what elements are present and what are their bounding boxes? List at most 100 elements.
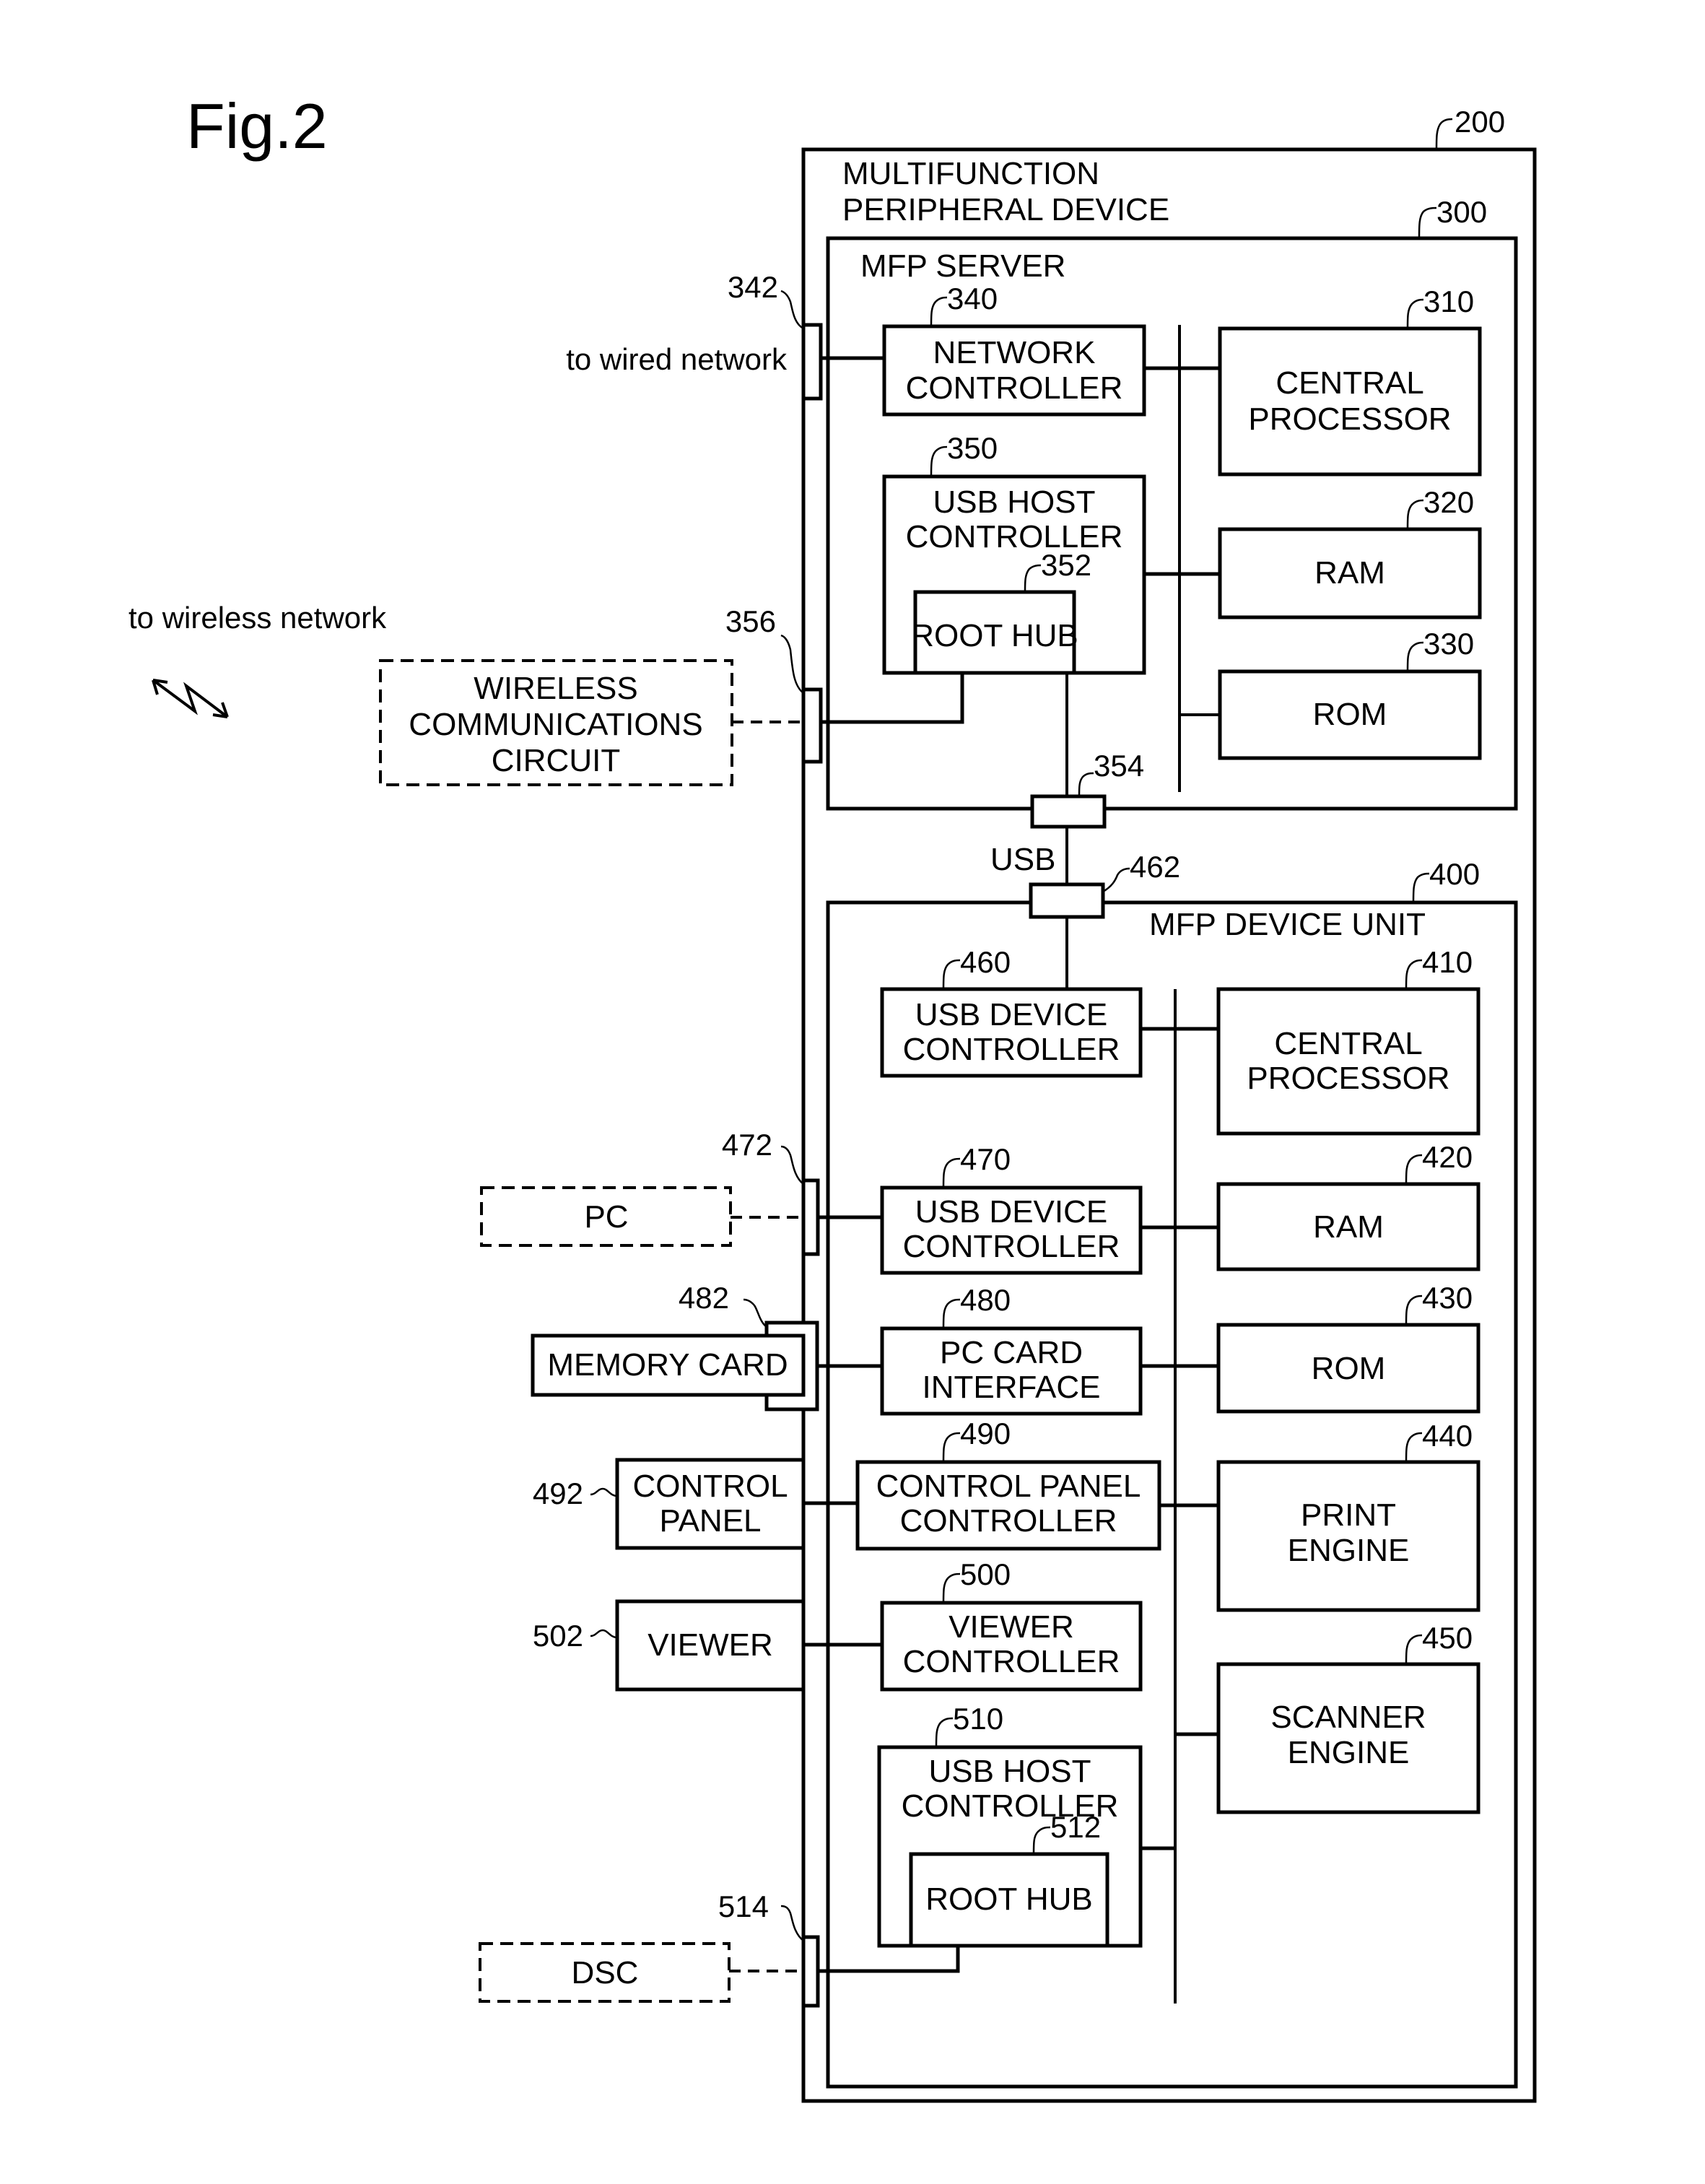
network-controller-line1: NETWORK — [933, 335, 1096, 370]
leader-450 — [1405, 1634, 1423, 1665]
device-usb-host-line1: USB HOST — [929, 1754, 1091, 1789]
ref-450: 450 — [1422, 1621, 1473, 1655]
ref-400: 400 — [1429, 857, 1480, 891]
ref-354: 354 — [1094, 749, 1144, 783]
server-usb-port — [1030, 794, 1107, 829]
device-title-line1: MULTIFUNCTION — [842, 156, 1099, 191]
ref-460: 460 — [960, 945, 1011, 979]
ref-310: 310 — [1423, 284, 1474, 318]
leader-310 — [1406, 298, 1424, 329]
leader-354 — [1078, 772, 1094, 797]
leader-492 — [590, 1487, 618, 1497]
control-panel-controller-line2: CONTROLLER — [900, 1503, 1117, 1539]
viewer-label: VIEWER — [647, 1627, 773, 1663]
device-unit-title: MFP DEVICE UNIT — [1149, 907, 1426, 942]
server-cpu-line1: CENTRAL — [1276, 365, 1423, 401]
ref-500: 500 — [960, 1557, 1011, 1591]
server-title: MFP SERVER — [860, 248, 1065, 284]
wire-port-roothub — [821, 673, 964, 724]
wireless-signal-icon — [152, 679, 229, 718]
leader-482 — [743, 1298, 767, 1328]
ref-410: 410 — [1422, 945, 1473, 979]
leader-500 — [942, 1572, 961, 1604]
network-controller-line2: CONTROLLER — [906, 370, 1123, 406]
pc-label: PC — [584, 1199, 628, 1235]
leader-462 — [1102, 867, 1130, 893]
print-engine-line1: PRINT — [1301, 1497, 1396, 1533]
print-engine-line2: ENGINE — [1288, 1533, 1410, 1568]
leader-340 — [930, 296, 948, 327]
control-panel-controller-line1: CONTROL PANEL — [876, 1469, 1141, 1504]
figure-title: Fig.2 — [186, 90, 328, 162]
wireless-circuit-line3: CIRCUIT — [492, 743, 620, 778]
leader-420 — [1405, 1154, 1423, 1185]
leader-200 — [1435, 118, 1453, 150]
leader-514 — [780, 1905, 804, 1941]
wireless-circuit-line1: WIRELESS — [474, 671, 637, 706]
ref-352: 352 — [1041, 548, 1091, 582]
ref-420: 420 — [1422, 1140, 1473, 1174]
server-usb-host-line1: USB HOST — [933, 484, 1096, 520]
pc-card-interface-line2: INTERFACE — [923, 1370, 1101, 1405]
ref-356: 356 — [725, 604, 776, 638]
device-unit-usb-port — [1029, 882, 1105, 919]
device-title-line2: PERIPHERAL DEVICE — [842, 192, 1169, 227]
server-root-hub-label: ROOT HUB — [911, 618, 1078, 653]
ref-514: 514 — [718, 1889, 769, 1923]
control-panel-line2: PANEL — [659, 1503, 761, 1539]
usb-dev-ctrl-460-line1: USB DEVICE — [915, 997, 1108, 1032]
ref-440: 440 — [1422, 1419, 1473, 1453]
pc-usb-port — [801, 1178, 820, 1256]
scanner-engine-line2: ENGINE — [1288, 1735, 1410, 1770]
leader-472 — [780, 1145, 804, 1185]
leader-342 — [780, 290, 804, 330]
wireless-network-label: to wireless network — [128, 601, 387, 635]
ref-510: 510 — [953, 1702, 1003, 1736]
server-cpu-line2: PROCESSOR — [1248, 401, 1451, 437]
usb-dev-ctrl-470-line2: CONTROLLER — [903, 1229, 1120, 1264]
leader-510 — [935, 1717, 954, 1748]
block-diagram: Fig.2 MULTIFUNCTION PERIPHERAL DEVICE 20… — [128, 90, 1537, 2103]
leader-300 — [1418, 206, 1437, 239]
ref-200: 200 — [1455, 105, 1505, 139]
control-panel-line1: CONTROL — [632, 1469, 788, 1504]
ref-340: 340 — [947, 282, 998, 316]
server-ram-label: RAM — [1314, 555, 1385, 591]
wireless-port — [801, 687, 823, 764]
leader-350 — [930, 445, 948, 477]
ref-480: 480 — [960, 1283, 1011, 1317]
ref-472: 472 — [722, 1128, 772, 1162]
leader-440 — [1405, 1432, 1423, 1463]
ref-320: 320 — [1423, 485, 1474, 519]
viewer-controller-line2: CONTROLLER — [903, 1644, 1120, 1679]
dsc-label: DSC — [572, 1955, 639, 1991]
ref-470: 470 — [960, 1142, 1011, 1176]
ref-492: 492 — [533, 1476, 583, 1510]
ref-512: 512 — [1050, 1810, 1101, 1844]
ref-330: 330 — [1423, 627, 1474, 661]
scanner-engine-line1: SCANNER — [1270, 1700, 1426, 1735]
pc-card-interface-line1: PC CARD — [940, 1335, 1083, 1370]
wired-network-port — [801, 323, 823, 401]
server-rom-label: ROM — [1313, 697, 1387, 732]
leader-400 — [1412, 872, 1430, 903]
leader-330 — [1406, 641, 1424, 672]
ref-350: 350 — [947, 431, 998, 465]
leader-410 — [1405, 959, 1423, 990]
device-ram-label: RAM — [1313, 1209, 1384, 1245]
wired-network-label: to wired network — [566, 342, 788, 376]
wireless-circuit-line2: COMMUNICATIONS — [409, 707, 702, 742]
memory-card-label: MEMORY CARD — [547, 1347, 788, 1383]
ref-502: 502 — [533, 1619, 583, 1653]
leader-470 — [942, 1157, 961, 1188]
ref-490: 490 — [960, 1417, 1011, 1450]
ref-342: 342 — [728, 270, 778, 304]
wire-dsc-port-roothub — [818, 1946, 960, 1973]
leader-480 — [942, 1298, 961, 1329]
usb-link-label: USB — [990, 842, 1055, 877]
leader-320 — [1406, 499, 1424, 530]
leader-502 — [590, 1629, 618, 1639]
device-rom-label: ROM — [1312, 1351, 1386, 1386]
viewer-controller-line1: VIEWER — [949, 1609, 1074, 1645]
leader-430 — [1405, 1295, 1423, 1326]
